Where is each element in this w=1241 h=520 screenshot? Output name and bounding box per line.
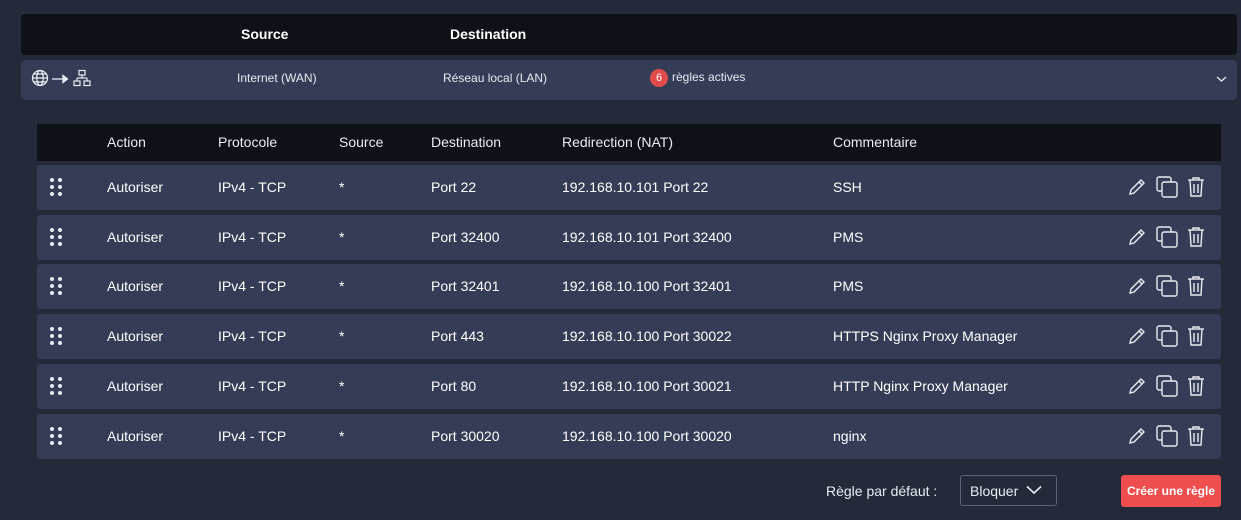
zone-header: Source Destination [21, 14, 1237, 55]
table-header: Action Protocole Source Destination Redi… [37, 124, 1221, 161]
flow-source: Internet (WAN) [237, 71, 317, 85]
cell-source: * [339, 328, 345, 344]
col-comment: Commentaire [833, 134, 918, 150]
chevron-down-icon [1026, 485, 1042, 495]
edit-icon[interactable] [1127, 326, 1147, 346]
cell-nat: 192.168.10.101 Port 32400 [562, 229, 732, 245]
cell-comment: PMS [833, 278, 864, 294]
cell-nat: 192.168.10.100 Port 30021 [562, 378, 732, 394]
duplicate-icon[interactable] [1155, 225, 1179, 249]
flow-destination: Réseau local (LAN) [443, 71, 548, 85]
row-actions [1127, 424, 1205, 448]
table-row: Autoriser IPv4 - TCP * Port 80 192.168.10.10… [37, 364, 1221, 409]
cell-action: Autoriser [107, 328, 164, 344]
drag-handle-icon[interactable] [49, 177, 63, 200]
table-row: Autoriser IPv4 - TCP * Port 32400 192.168.10… [37, 215, 1221, 260]
table-row: Autoriser IPv4 - TCP * Port 22 192.168.10.10… [37, 165, 1221, 210]
col-nat: Redirection (NAT) [562, 134, 673, 150]
cell-nat: 192.168.10.100 Port 30022 [562, 328, 732, 344]
edit-icon[interactable] [1127, 426, 1147, 446]
col-protocol: Protocole [218, 134, 278, 150]
edit-icon[interactable] [1127, 276, 1147, 296]
cell-destination: Port 32401 [431, 278, 500, 294]
cell-action: Autoriser [107, 428, 164, 444]
cell-source: * [339, 378, 345, 394]
row-actions [1127, 175, 1205, 199]
table-row: Autoriser IPv4 - TCP * Port 32401 192.168.10… [37, 264, 1221, 309]
arrow-right-icon [52, 73, 70, 87]
active-rules-label: règles actives [672, 70, 746, 85]
delete-icon[interactable] [1187, 325, 1205, 347]
delete-icon[interactable] [1187, 375, 1205, 397]
duplicate-icon[interactable] [1155, 424, 1179, 448]
row-actions [1127, 324, 1205, 348]
cell-comment: HTTPS Nginx Proxy Manager [833, 328, 1018, 344]
cell-action: Autoriser [107, 229, 164, 245]
row-actions [1127, 374, 1205, 398]
cell-protocol: IPv4 - TCP [218, 328, 287, 344]
cell-comment: SSH [833, 179, 862, 195]
cell-protocol: IPv4 - TCP [218, 428, 287, 444]
cell-protocol: IPv4 - TCP [218, 278, 287, 294]
table-row: Autoriser IPv4 - TCP * Port 443 192.168.10.1… [37, 314, 1221, 359]
col-destination: Destination [431, 134, 502, 150]
cell-source: * [339, 179, 345, 195]
edit-icon[interactable] [1127, 227, 1147, 247]
edit-icon[interactable] [1127, 177, 1147, 197]
flow-icons [31, 69, 91, 90]
chevron-down-icon[interactable] [1216, 72, 1227, 86]
cell-source: * [339, 229, 345, 245]
header-destination: Destination [450, 26, 527, 42]
col-source: Source [339, 134, 384, 150]
cell-destination: Port 443 [431, 328, 484, 344]
row-actions [1127, 225, 1205, 249]
cell-comment: PMS [833, 229, 864, 245]
active-count-badge: 6 [650, 69, 668, 87]
drag-handle-icon[interactable] [49, 326, 63, 349]
network-icon [73, 69, 91, 90]
drag-handle-icon[interactable] [49, 426, 63, 449]
header-source: Source [241, 26, 289, 42]
cell-nat: 192.168.10.100 Port 32401 [562, 278, 732, 294]
table-row: Autoriser IPv4 - TCP * Port 30020 192.168.10… [37, 414, 1221, 459]
edit-icon[interactable] [1127, 376, 1147, 396]
cell-destination: Port 30020 [431, 428, 500, 444]
cell-destination: Port 32400 [431, 229, 500, 245]
rules-table: Action Protocole Source Destination Redi… [37, 124, 1221, 459]
drag-handle-icon[interactable] [49, 376, 63, 399]
default-rule-value: Bloquer [970, 483, 1019, 499]
cell-action: Autoriser [107, 278, 164, 294]
cell-nat: 192.168.10.101 Port 22 [562, 179, 709, 195]
cell-protocol: IPv4 - TCP [218, 378, 287, 394]
cell-action: Autoriser [107, 179, 164, 195]
delete-icon[interactable] [1187, 425, 1205, 447]
drag-handle-icon[interactable] [49, 276, 63, 299]
delete-icon[interactable] [1187, 176, 1205, 198]
cell-source: * [339, 278, 345, 294]
cell-destination: Port 80 [431, 378, 477, 394]
cell-nat: 192.168.10.100 Port 30020 [562, 428, 732, 444]
zone-flow-bar[interactable]: Internet (WAN) Réseau local (LAN) 6 règle… [21, 60, 1237, 100]
row-actions [1127, 274, 1205, 298]
duplicate-icon[interactable] [1155, 175, 1179, 199]
cell-comment: nginx [833, 428, 867, 444]
duplicate-icon[interactable] [1155, 274, 1179, 298]
create-rule-button[interactable]: Créer une règle [1121, 475, 1221, 507]
delete-icon[interactable] [1187, 275, 1205, 297]
default-rule-label: Règle par défaut : [826, 483, 938, 499]
cell-protocol: IPv4 - TCP [218, 229, 287, 245]
delete-icon[interactable] [1187, 226, 1205, 248]
cell-destination: Port 22 [431, 179, 477, 195]
cell-comment: HTTP Nginx Proxy Manager [833, 378, 1008, 394]
drag-handle-icon[interactable] [49, 227, 63, 250]
cell-source: * [339, 428, 345, 444]
col-action: Action [107, 134, 146, 150]
cell-protocol: IPv4 - TCP [218, 179, 287, 195]
default-rule-select[interactable]: Bloquer [960, 475, 1057, 506]
duplicate-icon[interactable] [1155, 374, 1179, 398]
globe-icon [31, 69, 49, 90]
cell-action: Autoriser [107, 378, 164, 394]
duplicate-icon[interactable] [1155, 324, 1179, 348]
active-rules: 6 règles actives [650, 69, 745, 87]
